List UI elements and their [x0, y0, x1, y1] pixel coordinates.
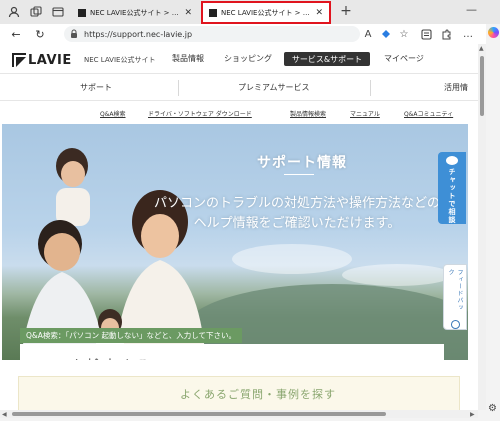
- chat-bubble-icon: [446, 156, 458, 165]
- collections-icon[interactable]: [418, 26, 434, 42]
- horizontal-scrollbar[interactable]: ◀ ▶: [0, 410, 478, 418]
- gnav-mypage[interactable]: マイページ: [384, 53, 424, 64]
- subnav-usage-info[interactable]: 活用情: [444, 82, 468, 93]
- profile-icon[interactable]: [6, 4, 22, 20]
- link-manual[interactable]: マニュアル: [350, 109, 380, 118]
- browser-tab-active-highlighted[interactable]: NEC LAVIE公式サイト > サービス&サポート ✕: [201, 1, 331, 24]
- more-menu-icon[interactable]: …: [460, 26, 476, 42]
- extension-blue-icon[interactable]: [378, 26, 394, 42]
- hero-description: パソコンのトラブルの対処方法や操作方法などの ヘルプ情報をご確認いただけます。: [132, 194, 462, 234]
- gnav-shopping[interactable]: ショッピング: [224, 53, 272, 64]
- cloud-shape: [342, 264, 452, 286]
- url-field[interactable]: https://support.nec-lavie.jp: [64, 26, 360, 42]
- edge-sidebar: ⚙: [486, 24, 500, 421]
- minimize-icon[interactable]: —: [466, 3, 477, 16]
- subnav-premium-service[interactable]: プレミアムサービス: [238, 82, 309, 93]
- gnav-products[interactable]: 製品情報: [172, 53, 204, 64]
- gnav-service-support[interactable]: サービス&サポート: [284, 52, 370, 66]
- horizontal-scroll-thumb[interactable]: [12, 412, 386, 416]
- browser-tab[interactable]: NEC LAVIE公式サイト > サービス&サポート ✕: [72, 2, 198, 24]
- subnav-divider: [370, 80, 371, 96]
- scroll-left-arrow-icon[interactable]: ◀: [2, 411, 7, 418]
- hero-desc-line: パソコンのトラブルの対処方法や操作方法などの: [153, 196, 440, 211]
- site-header: LAVIE NEC LAVIE公式サイト 製品情報 ショッピング サービス&サポ…: [0, 44, 478, 74]
- feedback-button[interactable]: フィードバック: [443, 264, 467, 330]
- tab-title: NEC LAVIE公式サイト > サービス&サポート: [90, 9, 180, 17]
- cloud-shape: [232, 244, 352, 274]
- vertical-scroll-thumb[interactable]: [480, 56, 484, 116]
- settings-gear-icon[interactable]: ⚙: [488, 403, 497, 414]
- reload-button[interactable]: ↻: [32, 26, 48, 42]
- lavie-logo[interactable]: LAVIE: [12, 52, 72, 68]
- link-driver-download[interactable]: ドライバ・ソフトウェア ダウンロード: [148, 109, 252, 118]
- favorite-icon[interactable]: ☆: [396, 26, 412, 42]
- close-tab-icon[interactable]: ✕: [184, 8, 192, 18]
- hero-banner: サポート情報 パソコンのトラブルの対処方法や操作方法などの ヘルプ情報をご確認い…: [2, 124, 468, 360]
- link-qa-search[interactable]: Q&A検索: [100, 109, 126, 118]
- read-aloud-icon[interactable]: A: [360, 26, 376, 42]
- sub-navigation: サポート プレミアムサービス 活用情: [0, 75, 478, 101]
- qa-search-input[interactable]: [20, 344, 444, 360]
- tab-actions-icon[interactable]: [50, 4, 66, 20]
- url-text: https://support.nec-lavie.jp: [84, 29, 193, 39]
- hero-desc-line: ヘルプ情報をご確認いただけます。: [193, 216, 401, 231]
- nec-favicon-icon: [209, 8, 217, 17]
- nec-favicon-icon: [78, 9, 86, 17]
- search-hint-label: Q&A検索：「パソコン 起動しない」などと、入力して下さい。: [20, 328, 242, 343]
- faq-title: よくあるご質問・事例を探す: [180, 388, 336, 401]
- extensions-icon[interactable]: [438, 26, 454, 42]
- tab-strip: NEC LAVIE公式サイト > サービス&サポート ✕ NEC LAVIE公式…: [0, 0, 500, 24]
- lock-icon[interactable]: [70, 29, 78, 40]
- faq-section: よくあるご質問・事例を探す: [0, 360, 478, 410]
- back-button[interactable]: ←: [8, 26, 24, 42]
- subnav-support[interactable]: サポート: [80, 82, 112, 93]
- link-qa-community[interactable]: Q&Aコミュニティ: [404, 109, 453, 118]
- lavie-logo-mark-icon: [12, 53, 26, 67]
- close-tab-icon[interactable]: ✕: [315, 8, 323, 18]
- vertical-scrollbar[interactable]: ▲: [478, 44, 486, 410]
- chat-consult-label: チャットで相談: [448, 168, 456, 224]
- chat-consult-button[interactable]: チャットで相談: [438, 152, 466, 224]
- workspaces-icon[interactable]: [28, 4, 44, 20]
- smile-icon: [450, 320, 460, 329]
- scroll-right-arrow-icon[interactable]: ▶: [470, 411, 475, 418]
- feedback-label: フィードバック: [447, 269, 463, 311]
- new-tab-button[interactable]: +: [338, 3, 354, 19]
- site-name[interactable]: NEC LAVIE公式サイト: [84, 55, 155, 65]
- address-bar-row: ← ↻ https://support.nec-lavie.jp A ☆ …: [0, 24, 500, 44]
- tab-title: NEC LAVIE公式サイト > サービス&サポート: [221, 8, 311, 17]
- copilot-icon[interactable]: [488, 27, 499, 38]
- quick-links: Q&A検索 ドライバ・ソフトウェア ダウンロード 製品情報検索 マニュアル Q&…: [0, 102, 478, 124]
- page-viewport: LAVIE NEC LAVIE公式サイト 製品情報 ショッピング サービス&サポ…: [0, 44, 478, 410]
- scroll-up-arrow-icon[interactable]: ▲: [479, 45, 484, 52]
- logo-text: LAVIE: [28, 52, 72, 68]
- subnav-divider: [178, 80, 179, 96]
- hero-title: サポート情報: [257, 155, 347, 171]
- link-product-search[interactable]: 製品情報検索: [290, 109, 326, 118]
- hero-title-rule: [284, 174, 314, 175]
